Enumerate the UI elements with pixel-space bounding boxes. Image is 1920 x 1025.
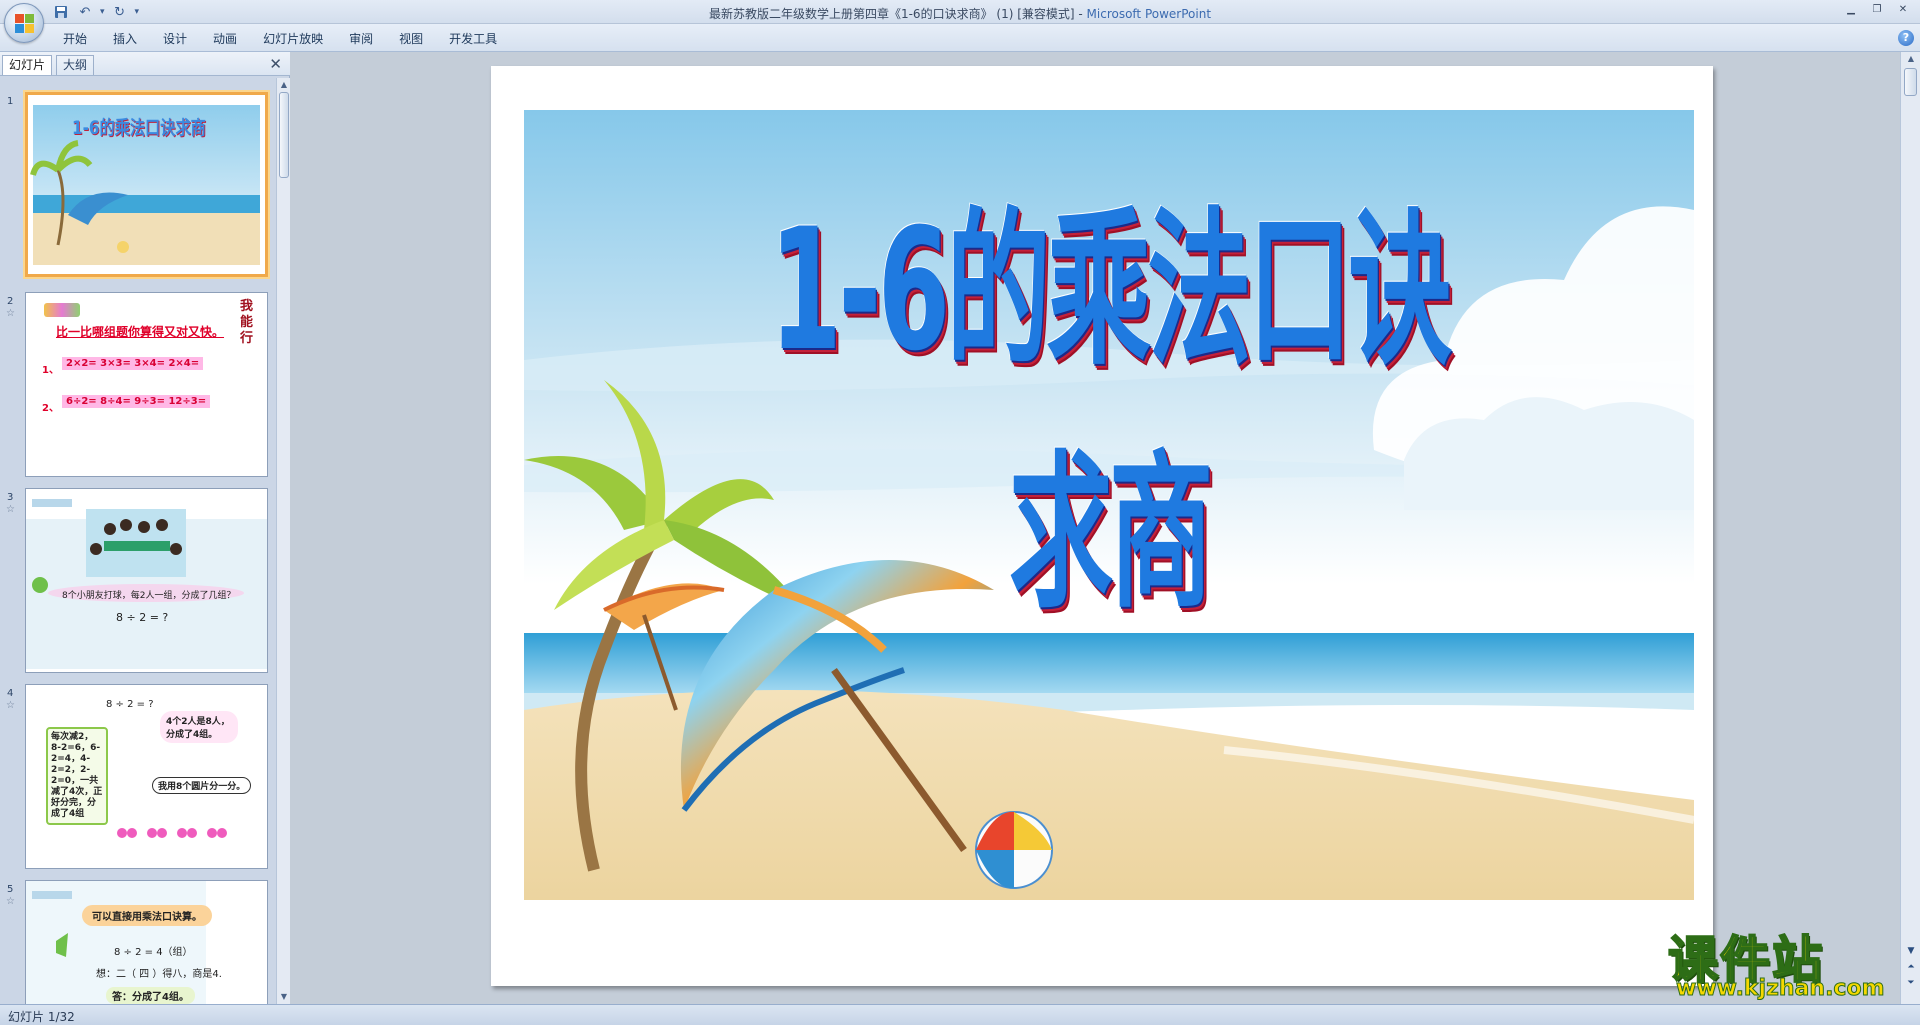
ribbon: 开始 插入 设计 动画 幻灯片放映 审阅 视图 开发工具 ? <box>0 24 1920 52</box>
slide-4-steps: 每次减2，8-2=6，6-2=4，4-2=2，2-2=0，一共减了4次，正好分完… <box>46 727 108 825</box>
slide-number: 4 <box>7 688 14 699</box>
undo-icon[interactable]: ↶ <box>76 3 94 21</box>
tab-home[interactable]: 开始 <box>50 30 100 48</box>
slide-3-thumbnail-art <box>26 499 267 669</box>
slide-2-side-text: 我能行 <box>240 299 254 346</box>
slide-thumbnail-4[interactable]: 8 ÷ 2 = ? 4个2人是8人，分成了4组。 每次减2，8-2=6，6-2=… <box>25 684 268 869</box>
tab-insert[interactable]: 插入 <box>100 30 150 48</box>
title-bar: ↶ ▾ ↻ ▾ 最新苏教版二年级数学上册第四章《1-6的口诀求商》 (1) [兼… <box>0 0 1920 24</box>
tab-review[interactable]: 审阅 <box>336 30 386 48</box>
site-watermark: 课件站 www.kjzhan.com <box>1667 920 1908 1002</box>
slide-scrollbar[interactable]: ▲ ▼ ⏶ ⏷ <box>1900 52 1920 1004</box>
counters-icon <box>117 828 227 838</box>
window-controls: ▁ ❐ ✕ <box>1838 0 1916 18</box>
scroll-up-icon[interactable]: ▲ <box>277 78 291 92</box>
thumbnail-list: 1 1-6的乘法口诀求商 2 ☆ 比一比哪组题你算得又对又快。 我能行 1、 2… <box>0 78 276 1004</box>
slide-3-caption: 8个小朋友打球，每2人一组，分成了几组？ <box>62 591 236 601</box>
scroll-down-icon[interactable]: ▼ <box>277 990 291 1004</box>
panel-tabs: 幻灯片 大纲 ✕ <box>0 52 290 76</box>
slide-2-row1-label: 1、 <box>42 365 59 376</box>
customize-qat-icon[interactable]: ▾ <box>135 7 140 17</box>
slide-4-bubble1: 4个2人是8人，分成了4组。 <box>160 711 238 743</box>
slide-number: 1 <box>7 96 14 107</box>
window-title: 最新苏教版二年级数学上册第四章《1-6的口诀求商》 (1) [兼容模式] - M… <box>0 5 1920 22</box>
thumbnail-scrollbar[interactable]: ▲ ▼ <box>276 78 290 1004</box>
slide-thumbnail-5[interactable]: 可以直接用乘法口诀算。 8 ÷ 2 = 4（组） 想：二（ 四 ）得八，商是4.… <box>25 880 268 1004</box>
tab-animations[interactable]: 动画 <box>200 30 250 48</box>
animation-star-icon: ☆ <box>6 308 15 319</box>
slide-thumbnail-1[interactable]: 1-6的乘法口诀求商 <box>25 92 268 277</box>
slide-5-bubble: 可以直接用乘法口诀算。 <box>82 905 212 926</box>
slide-1-thumb-title: 1-6的乘法口诀求商 <box>72 117 206 139</box>
slide-5-answer: 答：分成了4组。 <box>106 987 195 1004</box>
app-name: Microsoft PowerPoint <box>1086 7 1212 21</box>
animation-star-icon: ☆ <box>6 504 15 515</box>
close-icon[interactable]: ✕ <box>269 55 282 73</box>
tab-slide-show[interactable]: 幻灯片放映 <box>250 30 336 48</box>
scrollbar-thumb[interactable] <box>1904 68 1917 96</box>
slide-2-row1: 2×2= 3×3= 3×4= 2×4= <box>62 357 204 370</box>
slide-number: 3 <box>7 492 14 503</box>
undo-dropdown-icon[interactable]: ▾ <box>100 7 105 17</box>
slide-number: 2 <box>7 296 14 307</box>
tab-developer[interactable]: 开发工具 <box>436 30 510 48</box>
animation-star-icon: ☆ <box>6 700 15 711</box>
status-bar: 幻灯片 1/32 <box>0 1004 1920 1025</box>
help-icon[interactable]: ? <box>1898 30 1914 46</box>
slide-2-heading: 比一比哪组题你算得又对又快。 <box>56 325 225 339</box>
slide-5-equation: 8 ÷ 2 = 4（组） <box>114 947 193 958</box>
office-button[interactable] <box>4 3 44 43</box>
current-slide[interactable]: 1-6的乘法口诀求商 <box>491 66 1713 986</box>
slide-number: 5 <box>7 884 14 895</box>
save-icon[interactable] <box>52 3 70 21</box>
slide-4-equation: 8 ÷ 2 = ? <box>106 699 154 710</box>
quick-access-toolbar: ↶ ▾ ↻ ▾ <box>52 3 139 21</box>
slide-title[interactable]: 1-6的乘法口诀求商 <box>746 154 1471 640</box>
restore-icon[interactable]: ❐ <box>1864 0 1890 18</box>
slide-thumbnail-3[interactable]: 8个小朋友打球，每2人一组，分成了几组？ 8 ÷ 2 = ? <box>25 488 268 673</box>
redo-icon[interactable]: ↻ <box>111 3 129 21</box>
slide-editing-area: 1-6的乘法口诀求商 <box>291 52 1900 1004</box>
slide-5-line2: 想：二（ 四 ）得八，商是4. <box>96 969 222 980</box>
tab-outline[interactable]: 大纲 <box>56 55 95 75</box>
slides-panel: 幻灯片 大纲 ✕ 1 1-6的乘法口诀求商 2 ☆ 比一比哪组题你算得又对又快。… <box>0 52 290 1004</box>
slide-indicator: 幻灯片 1/32 <box>8 1010 75 1024</box>
minimize-icon[interactable]: ▁ <box>1838 0 1864 18</box>
slide-2-row2: 6÷2= 8÷4= 9÷3= 12÷3= <box>62 395 211 408</box>
office-logo-icon <box>15 14 34 33</box>
tab-slides[interactable]: 幻灯片 <box>2 55 53 75</box>
slide-4-bubble2: 我用8个圆片分一分。 <box>152 777 252 794</box>
scrollbar-thumb[interactable] <box>279 92 289 178</box>
tab-design[interactable]: 设计 <box>150 30 200 48</box>
scroll-up-icon[interactable]: ▲ <box>1904 52 1918 66</box>
slide-3-equation: 8 ÷ 2 = ? <box>116 611 169 624</box>
slide-thumbnail-2[interactable]: 比一比哪组题你算得又对又快。 我能行 1、 2×2= 3×3= 3×4= 2×4… <box>25 292 268 477</box>
animation-star-icon: ☆ <box>6 896 15 907</box>
document-title: 最新苏教版二年级数学上册第四章《1-6的口诀求商》 (1) [兼容模式] - <box>708 7 1087 21</box>
tab-view[interactable]: 视图 <box>386 30 436 48</box>
thumb-icon-group <box>44 303 80 317</box>
slide-2-row2-label: 2、 <box>42 403 59 414</box>
close-icon[interactable]: ✕ <box>1890 0 1916 18</box>
ribbon-tabs: 开始 插入 设计 动画 幻灯片放映 审阅 视图 开发工具 <box>50 30 510 48</box>
watermark-url: www.kjzhan.com <box>1676 976 1886 1002</box>
